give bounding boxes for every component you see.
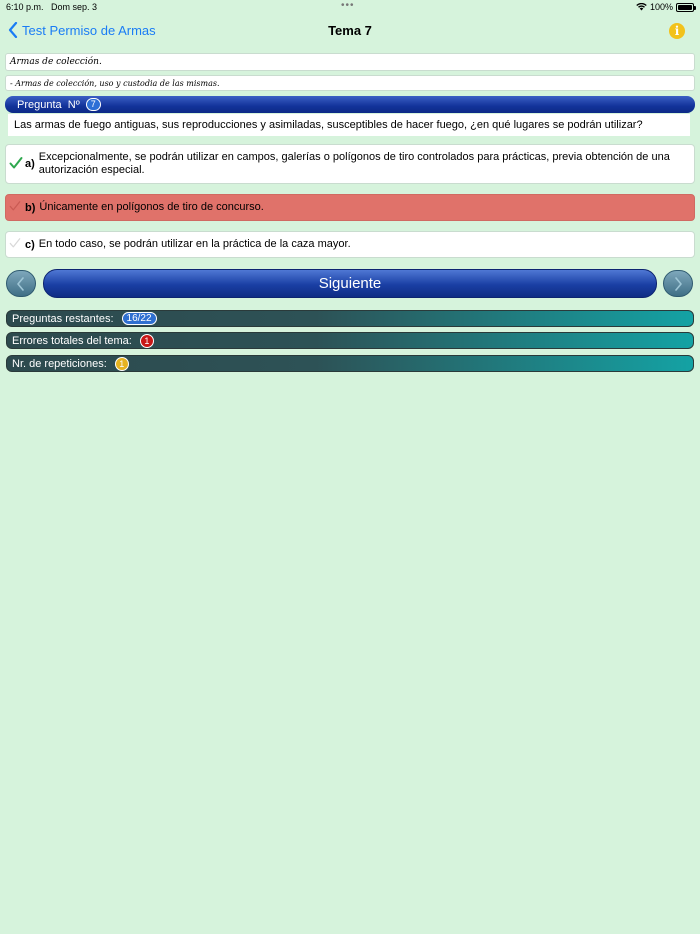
status-bar: 6:10 p.m. Dom sep. 3 ••• 100% [0, 0, 700, 14]
next-button[interactable]: Siguiente [43, 269, 657, 298]
topic-title: Armas de colección. [5, 53, 695, 71]
status-right: 100% [636, 2, 696, 12]
repetitions-badge: 1 [114, 356, 129, 371]
remaining-questions-bar: Preguntas restantes: 16/22 [6, 310, 694, 327]
answer-letter: b) [25, 201, 36, 214]
answer-option-b[interactable]: b) Únicamente en polígonos de tiro de co… [5, 194, 695, 221]
chevron-right-icon [675, 276, 682, 291]
total-errors-label: Errores totales del tema: [12, 334, 132, 347]
question-number-badge: 7 [85, 98, 101, 111]
battery-icon [676, 2, 696, 12]
navigation-bar: Test Permiso de Armas Tema 7 i [0, 18, 700, 46]
answer-text: Únicamente en polígonos de tiro de concu… [39, 201, 264, 213]
question-header: Pregunta Nº 7 [5, 96, 695, 113]
check-icon [9, 237, 23, 252]
answer-letter: a) [25, 158, 35, 170]
next-question-button[interactable] [663, 270, 693, 297]
multitask-dots-icon[interactable]: ••• [341, 0, 355, 11]
answer-text: En todo caso, se podrán utilizar en la p… [38, 238, 351, 250]
repetitions-label: Nr. de repeticiones: [12, 357, 107, 370]
battery-percent: 100% [649, 2, 673, 12]
check-icon [9, 200, 23, 215]
question-header-label: Pregunta Nº [17, 98, 80, 111]
answer-text: Excepcionalmente, se podrán utilizar en … [38, 151, 670, 176]
wifi-icon [636, 3, 647, 11]
page-title: Tema 7 [328, 23, 372, 38]
answer-option-c[interactable]: c) En todo caso, se podrán utilizar en l… [5, 231, 695, 258]
answer-letter: c) [25, 238, 35, 251]
check-icon [9, 156, 23, 173]
remaining-questions-badge: 16/22 [121, 312, 157, 325]
answer-option-a[interactable]: a) Excepcionalmente, se podrán utilizar … [5, 144, 695, 184]
total-errors-bar: Errores totales del tema: 1 [6, 332, 694, 349]
total-errors-badge: 1 [139, 333, 154, 348]
chevron-left-icon [17, 276, 24, 291]
previous-question-button[interactable] [6, 270, 36, 297]
remaining-questions-label: Preguntas restantes: [12, 312, 114, 325]
topic-subtitle: - Armas de colección, uso y custodia de … [5, 75, 695, 91]
info-icon[interactable]: i [669, 23, 685, 39]
status-time: 6:10 p.m. Dom sep. 3 [6, 2, 98, 12]
repetitions-bar: Nr. de repeticiones: 1 [6, 355, 694, 372]
question-text: Las armas de fuego antiguas, sus reprodu… [8, 114, 690, 136]
